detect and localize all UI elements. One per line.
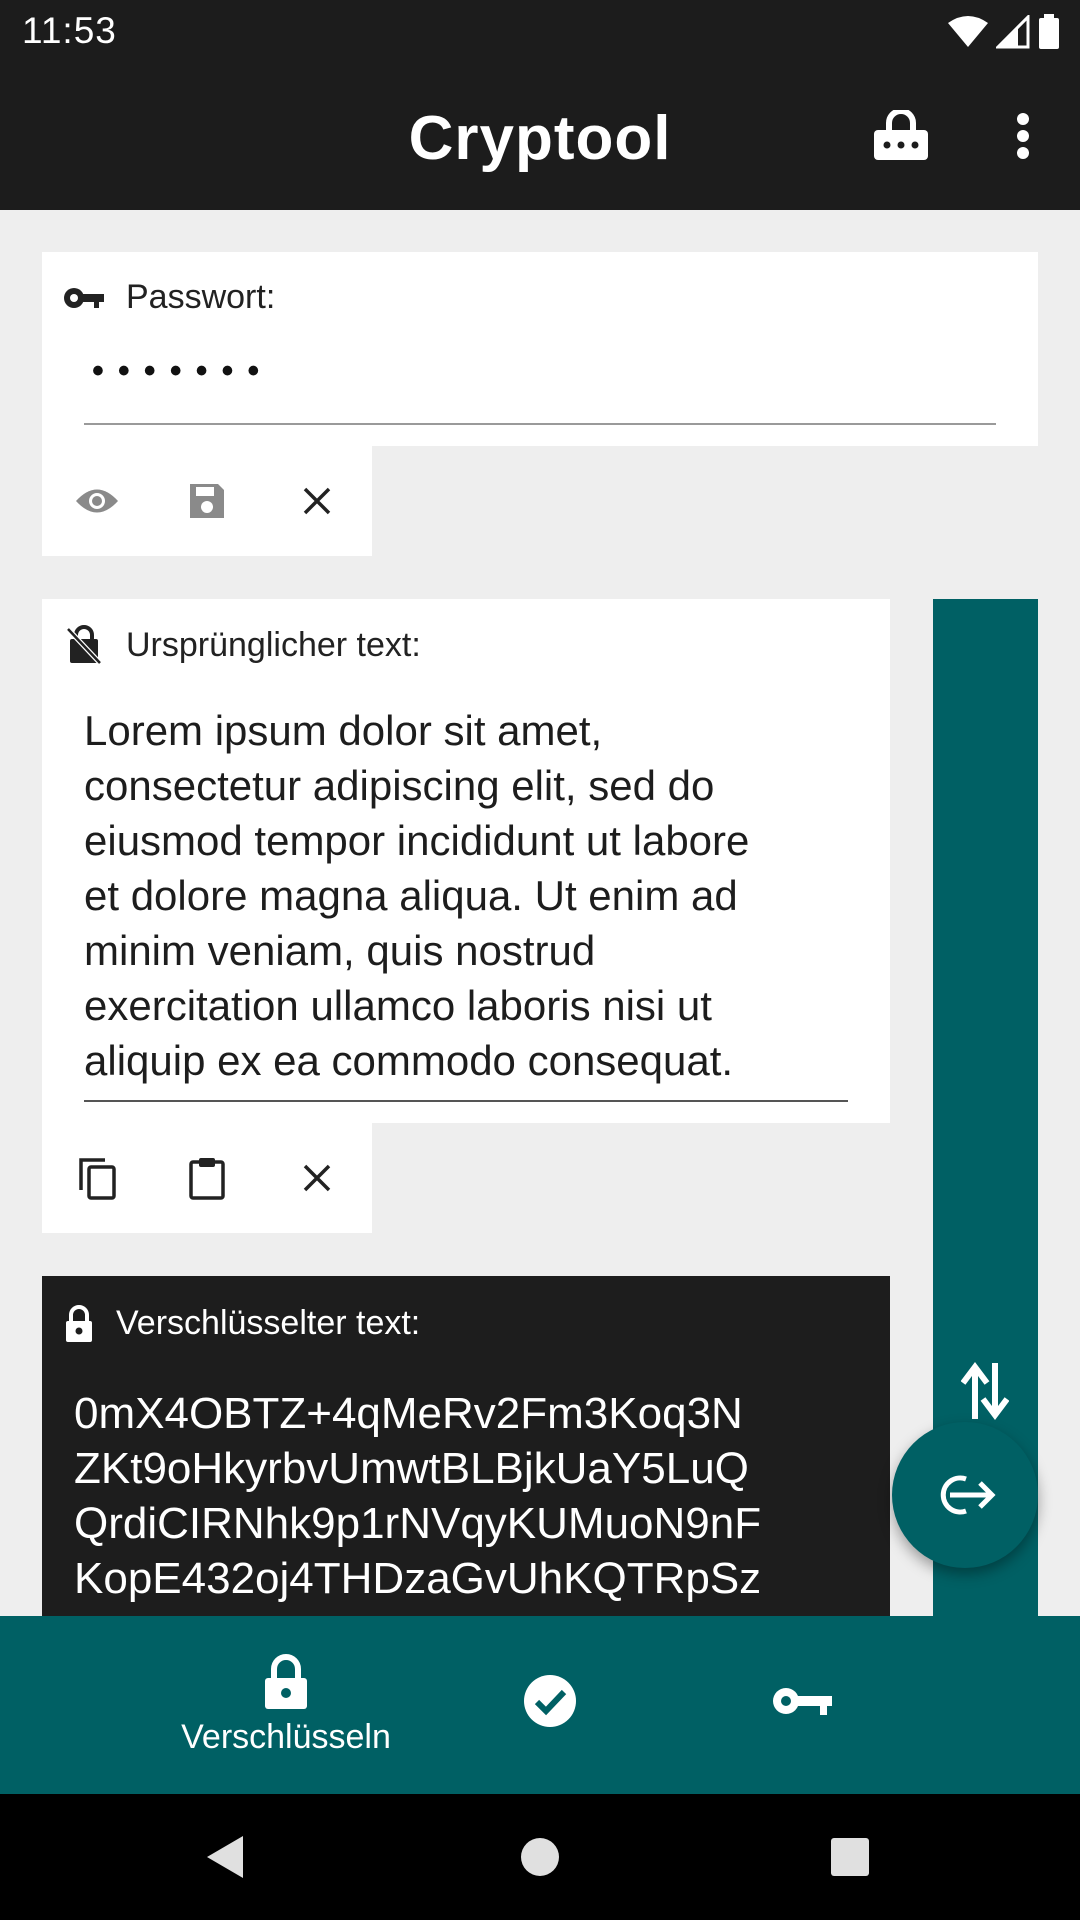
system-navigation-bar xyxy=(0,1794,1080,1920)
password-input[interactable]: ••••••• xyxy=(92,352,273,391)
paste-icon xyxy=(189,1158,225,1200)
key-icon xyxy=(64,287,104,308)
back-icon xyxy=(207,1836,243,1878)
share-export-icon xyxy=(940,1475,996,1515)
password-label: Passwort: xyxy=(126,278,276,316)
source-text-card: Ursprünglicher text: Lorem ipsum dolor s… xyxy=(42,599,890,1123)
wifi-icon xyxy=(948,16,988,47)
lock-icon xyxy=(66,1304,92,1342)
password-underline xyxy=(84,423,996,425)
password-toolbar xyxy=(42,446,372,556)
encrypted-label: Verschlüsselter text: xyxy=(116,1304,421,1342)
clear-password-button[interactable] xyxy=(262,446,372,556)
lock-open-off-icon xyxy=(66,625,102,665)
signal-icon xyxy=(996,15,1030,49)
password-card: Passwort: ••••••• xyxy=(42,252,1038,446)
nav-item-verify[interactable] xyxy=(470,1616,630,1794)
password-label-row: Passwort: xyxy=(64,278,275,317)
save-icon xyxy=(190,484,224,518)
battery-icon xyxy=(1039,14,1059,49)
bottom-navigation: Verschlüsseln xyxy=(0,1616,1080,1794)
check-circle-icon xyxy=(524,1675,576,1727)
share-fab[interactable] xyxy=(892,1422,1038,1568)
password-generator-button[interactable] xyxy=(866,101,936,171)
source-label-row: Ursprünglicher text: xyxy=(64,625,421,665)
encrypted-label-row: Verschlüsselter text: xyxy=(64,1304,420,1343)
password-generator-icon xyxy=(874,110,928,160)
copy-button[interactable] xyxy=(42,1123,152,1233)
encrypted-text-card: Verschlüsselter text: 0mX4OBTZ+4qMeRv2Fm… xyxy=(42,1276,890,1616)
toggle-visibility-button[interactable] xyxy=(42,446,152,556)
recents-icon xyxy=(831,1838,869,1876)
encrypted-text[interactable]: 0mX4OBTZ+4qMeRv2Fm3Koq3N ZKt9oHkyrbvUmwt… xyxy=(74,1386,761,1616)
source-toolbar xyxy=(42,1123,372,1233)
nav-item-encrypt[interactable]: Verschlüsseln xyxy=(160,1616,412,1794)
more-vert-icon xyxy=(1017,113,1029,159)
nav-item-keys[interactable] xyxy=(722,1616,882,1794)
source-label: Ursprünglicher text: xyxy=(126,625,421,664)
lock-icon xyxy=(265,1653,307,1709)
more-options-button[interactable] xyxy=(988,101,1058,171)
nav-label-encrypt: Verschlüsseln xyxy=(181,1717,391,1756)
source-text-input[interactable]: Lorem ipsum dolor sit amet, consectetur … xyxy=(84,703,884,1088)
app-bar: Cryptool xyxy=(0,63,1080,210)
clear-icon xyxy=(303,487,331,515)
home-button[interactable] xyxy=(507,1824,573,1890)
key-icon xyxy=(773,1688,832,1715)
recents-button[interactable] xyxy=(817,1824,883,1890)
save-password-button[interactable] xyxy=(152,446,262,556)
back-button[interactable] xyxy=(192,1824,258,1890)
clear-source-button[interactable] xyxy=(262,1123,372,1233)
status-time: 11:53 xyxy=(22,10,117,51)
status-bar: 11:53 xyxy=(0,0,1080,63)
swap-vertical-icon xyxy=(961,1362,1009,1420)
paste-button[interactable] xyxy=(152,1123,262,1233)
clear-icon xyxy=(303,1164,331,1192)
home-icon xyxy=(521,1838,559,1876)
visibility-icon xyxy=(76,489,118,513)
status-icons xyxy=(948,12,1060,52)
source-underline xyxy=(84,1100,848,1102)
copy-icon xyxy=(79,1158,116,1200)
